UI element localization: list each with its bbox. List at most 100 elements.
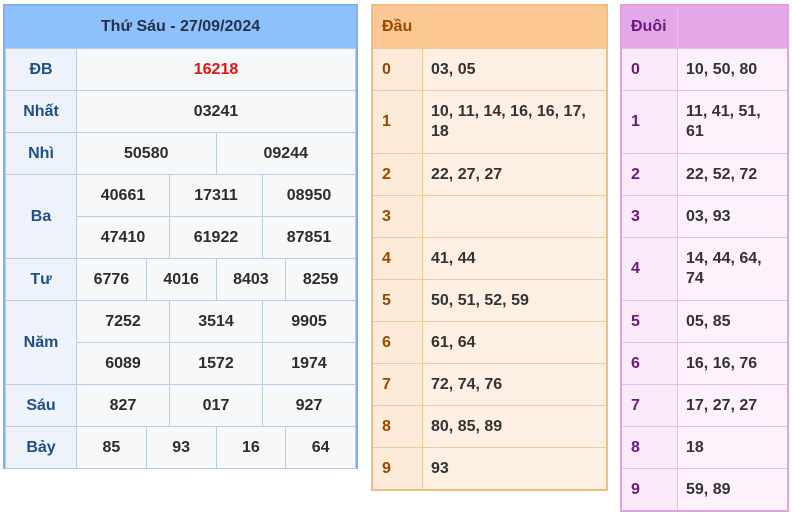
prize-value: 827 <box>76 384 170 427</box>
duoi-row: 1 11, 41, 51, 61 <box>622 90 787 153</box>
duoi-row: 3 03, 93 <box>622 195 787 237</box>
prize-value: 1974 <box>262 342 356 385</box>
prize-row-ba: Ba 40661 17311 08950 <box>5 174 356 259</box>
dau-values: 93 <box>423 448 606 489</box>
prize-label: Nhì <box>5 132 77 175</box>
prize-value: 50580 <box>76 132 217 175</box>
duoi-header-row: Đuôi <box>622 6 787 48</box>
dau-row: 1 10, 11, 14, 16, 16, 17, 18 <box>373 90 606 153</box>
duoi-row: 0 10, 50, 80 <box>622 48 787 90</box>
duoi-values: 14, 44, 64, 74 <box>678 238 787 300</box>
prize-grid: ĐB 16218 Nhất 03241 Nhì 50580 09244 Ba 4… <box>5 48 356 469</box>
prize-value: 03241 <box>76 90 356 133</box>
duoi-values: 16, 16, 76 <box>678 343 787 384</box>
dau-row: 5 50, 51, 52, 59 <box>373 279 606 321</box>
prize-value: 017 <box>169 384 263 427</box>
duoi-values: 10, 50, 80 <box>678 49 787 90</box>
prize-row-bay: Bảy 85 93 16 64 <box>5 426 356 469</box>
dau-row: 6 61, 64 <box>373 321 606 363</box>
duoi-digit: 0 <box>622 49 678 90</box>
prize-value: 6776 <box>76 258 147 301</box>
prize-value: 4016 <box>145 258 217 301</box>
duoi-digit: 6 <box>622 343 678 384</box>
dau-values: 03, 05 <box>423 49 606 90</box>
prize-value: 7252 <box>76 300 170 343</box>
duoi-digit: 5 <box>622 301 678 342</box>
duoi-values: 22, 52, 72 <box>678 154 787 195</box>
dau-row: 8 80, 85, 89 <box>373 405 606 447</box>
results-table: Thứ Sáu - 27/09/2024 ĐB 16218 Nhất 03241… <box>3 4 358 469</box>
prize-label: Năm <box>5 300 77 385</box>
duoi-values: 03, 93 <box>678 196 787 237</box>
duoi-digit: 8 <box>622 427 678 468</box>
duoi-digit: 4 <box>622 238 678 300</box>
dau-values <box>423 196 606 237</box>
prize-value: 09244 <box>215 132 356 175</box>
special-prize-value: 16218 <box>76 48 356 91</box>
prize-row-nhat: Nhất 03241 <box>5 90 356 133</box>
prize-row-db: ĐB 16218 <box>5 48 356 91</box>
duoi-digit: 1 <box>622 91 678 153</box>
duoi-table: Đuôi 0 10, 50, 80 1 11, 41, 51, 61 2 22,… <box>620 4 789 512</box>
duoi-header: Đuôi <box>622 6 678 48</box>
prize-row-nam: Năm 7252 3514 9905 <box>5 300 356 385</box>
prize-value: 1572 <box>169 342 263 385</box>
dau-values: 80, 85, 89 <box>423 406 606 447</box>
prize-value: 3514 <box>169 300 263 343</box>
dau-row: 9 93 <box>373 447 606 489</box>
dau-digit: 4 <box>373 238 423 279</box>
duoi-digit: 7 <box>622 385 678 426</box>
dau-digit: 1 <box>373 91 423 153</box>
prize-value: 64 <box>285 426 356 469</box>
prize-value: 6089 <box>76 342 170 385</box>
dau-values: 10, 11, 14, 16, 16, 17, 18 <box>423 91 606 153</box>
prize-value: 93 <box>145 426 217 469</box>
prize-label: Bảy <box>5 426 77 469</box>
prize-value: 9905 <box>262 300 356 343</box>
duoi-values: 17, 27, 27 <box>678 385 787 426</box>
prize-value: 927 <box>262 384 356 427</box>
duoi-values: 05, 85 <box>678 301 787 342</box>
dau-digit: 9 <box>373 448 423 489</box>
prize-value: 40661 <box>76 174 170 217</box>
prize-row-tu: Tư 6776 4016 8403 8259 <box>5 258 356 301</box>
duoi-values: 11, 41, 51, 61 <box>678 91 787 153</box>
dau-digit: 8 <box>373 406 423 447</box>
duoi-values: 18 <box>678 427 787 468</box>
duoi-row: 5 05, 85 <box>622 300 787 342</box>
prize-row-nhi: Nhì 50580 09244 <box>5 132 356 175</box>
dau-header: Đầu <box>373 6 423 48</box>
duoi-digit: 9 <box>622 469 678 510</box>
duoi-row: 2 22, 52, 72 <box>622 153 787 195</box>
duoi-row: 4 14, 44, 64, 74 <box>622 237 787 300</box>
dau-values: 61, 64 <box>423 322 606 363</box>
dau-digit: 2 <box>373 154 423 195</box>
prize-label: Sáu <box>5 384 77 427</box>
prize-label: Nhất <box>5 90 77 133</box>
prize-value: 87851 <box>262 216 356 259</box>
prize-label: Tư <box>5 258 77 301</box>
dau-values: 41, 44 <box>423 238 606 279</box>
dau-digit: 7 <box>373 364 423 405</box>
results-title: Thứ Sáu - 27/09/2024 <box>5 6 356 48</box>
dau-digit: 5 <box>373 280 423 321</box>
dau-digit: 6 <box>373 322 423 363</box>
dau-values: 72, 74, 76 <box>423 364 606 405</box>
dau-digit: 0 <box>373 49 423 90</box>
prize-value: 61922 <box>169 216 263 259</box>
prize-value: 17311 <box>169 174 263 217</box>
duoi-values: 59, 89 <box>678 469 787 510</box>
dau-table: Đầu 0 03, 05 1 10, 11, 14, 16, 16, 17, 1… <box>371 4 608 491</box>
prize-value: 16 <box>215 426 287 469</box>
dau-row: 0 03, 05 <box>373 48 606 90</box>
prize-label: ĐB <box>5 48 77 91</box>
duoi-digit: 3 <box>622 196 678 237</box>
duoi-row: 7 17, 27, 27 <box>622 384 787 426</box>
prize-value: 8403 <box>215 258 287 301</box>
dau-row: 7 72, 74, 76 <box>373 363 606 405</box>
prize-value: 8259 <box>285 258 356 301</box>
duoi-digit: 2 <box>622 154 678 195</box>
dau-digit: 3 <box>373 196 423 237</box>
dau-row: 4 41, 44 <box>373 237 606 279</box>
duoi-row: 9 59, 89 <box>622 468 787 510</box>
